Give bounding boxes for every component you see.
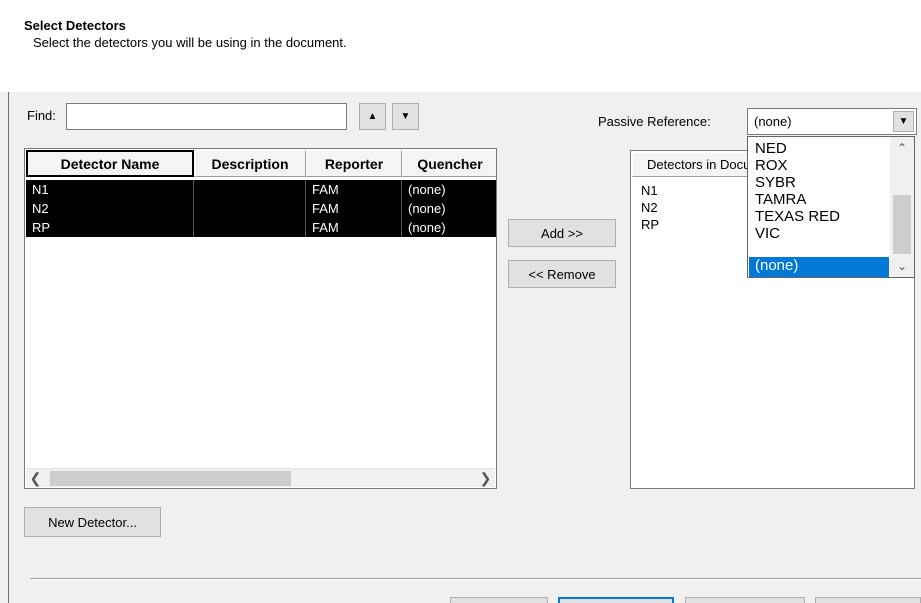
remove-button[interactable]: << Remove: [508, 260, 616, 288]
list-item[interactable]: RP: [641, 217, 659, 232]
list-item[interactable]: N2: [641, 200, 658, 215]
cell-quencher: (none): [402, 180, 496, 199]
find-next-button[interactable]: ▼: [392, 103, 419, 130]
cell-quencher: (none): [402, 199, 496, 218]
table-row[interactable]: RP FAM (none): [26, 218, 496, 237]
new-detector-button[interactable]: New Detector...: [24, 507, 161, 537]
cell-description: [194, 180, 306, 199]
column-header-reporter[interactable]: Reporter: [306, 150, 402, 177]
dropdown-option-selected[interactable]: (none): [749, 257, 889, 277]
dropdown-scrollbar[interactable]: ⌃ ⌄: [890, 137, 914, 277]
cell-detector-name: RP: [26, 218, 194, 237]
triangle-down-icon[interactable]: ▼: [893, 111, 914, 132]
passive-reference-dropdown[interactable]: NED ROX SYBR TAMRA TEXAS RED VIC (none) …: [747, 136, 915, 278]
horizontal-scrollbar[interactable]: ❮ ❯: [26, 468, 495, 487]
footer-button[interactable]: [450, 597, 548, 603]
chevron-down-icon[interactable]: ⌄: [890, 255, 914, 277]
footer-divider: [30, 578, 921, 580]
chevron-up-icon[interactable]: ⌃: [890, 137, 914, 159]
passive-reference-value: (none): [754, 114, 792, 129]
chevron-right-icon[interactable]: ❯: [476, 469, 495, 488]
column-header-quencher[interactable]: Quencher: [402, 150, 496, 177]
cell-detector-name: N1: [26, 180, 194, 199]
footer-button[interactable]: [685, 597, 805, 603]
cell-reporter: FAM: [306, 218, 402, 237]
find-input[interactable]: [66, 103, 347, 130]
table-row[interactable]: N1 FAM (none): [26, 180, 496, 199]
page-title: Select Detectors: [24, 18, 126, 33]
page-header: Select Detectors Select the detectors yo…: [0, 0, 921, 92]
cell-reporter: FAM: [306, 199, 402, 218]
cell-quencher: (none): [402, 218, 496, 237]
cell-description: [194, 218, 306, 237]
add-button[interactable]: Add >>: [508, 219, 616, 247]
passive-reference-label: Passive Reference:: [598, 114, 711, 129]
footer-button-default[interactable]: [558, 597, 674, 603]
column-header-detector-name[interactable]: Detector Name: [26, 150, 194, 177]
page-subtitle: Select the detectors you will be using i…: [33, 35, 347, 50]
cell-reporter: FAM: [306, 180, 402, 199]
scrollbar-thumb[interactable]: [50, 471, 291, 486]
find-label: Find:: [27, 108, 56, 123]
column-header-description[interactable]: Description: [194, 150, 306, 177]
dropdown-option[interactable]: VIC: [749, 225, 889, 245]
list-item[interactable]: N1: [641, 183, 658, 198]
detector-table[interactable]: Detector Name Description Reporter Quenc…: [24, 148, 497, 489]
cell-detector-name: N2: [26, 199, 194, 218]
scrollbar-thumb[interactable]: [893, 195, 911, 254]
footer-button[interactable]: [815, 597, 921, 603]
table-row[interactable]: N2 FAM (none): [26, 199, 496, 218]
triangle-down-icon: ▼: [400, 111, 411, 122]
find-previous-button[interactable]: ▲: [359, 103, 386, 130]
chevron-left-icon[interactable]: ❮: [26, 469, 45, 488]
triangle-up-icon: ▲: [367, 111, 378, 122]
passive-reference-select[interactable]: (none) ▼: [747, 108, 917, 135]
table-header: Detector Name Description Reporter Quenc…: [26, 150, 496, 177]
cell-description: [194, 199, 306, 218]
